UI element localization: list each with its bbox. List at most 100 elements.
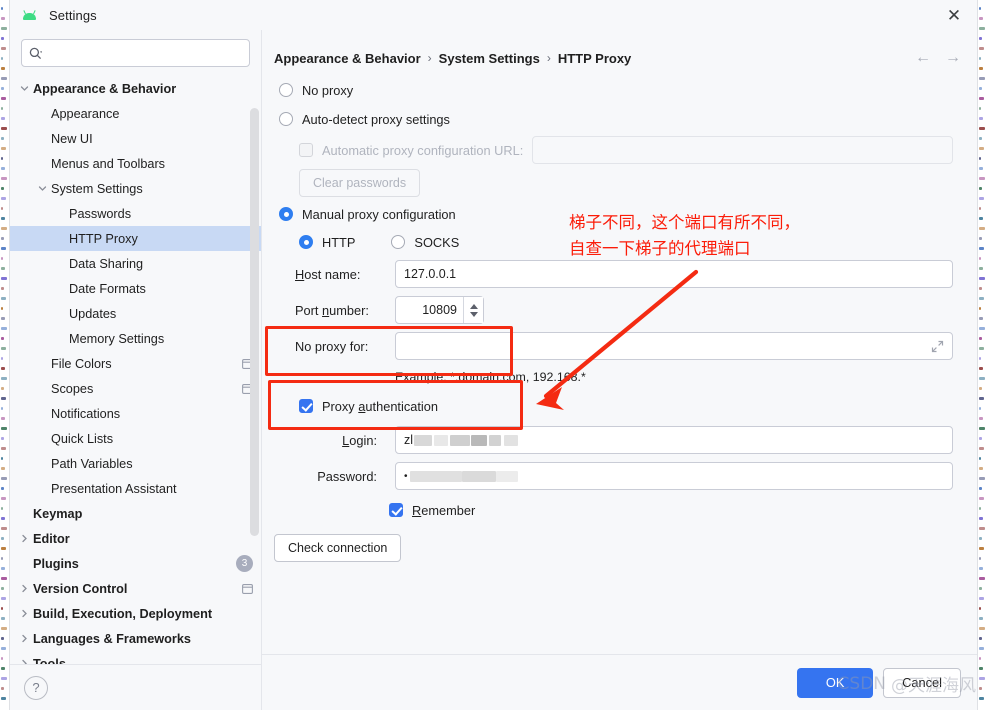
http-label[interactable]: HTTP bbox=[322, 235, 355, 250]
proxy-auth-row[interactable]: Proxy authentication bbox=[274, 390, 953, 422]
expand-icon[interactable] bbox=[931, 340, 944, 353]
search-input[interactable] bbox=[45, 45, 242, 61]
breadcrumb-item[interactable]: System Settings bbox=[439, 51, 540, 66]
no-proxy-for-input[interactable] bbox=[395, 332, 953, 360]
sidebar-item-languages-frameworks[interactable]: Languages & Frameworks bbox=[10, 626, 261, 651]
background-code-line bbox=[1, 27, 7, 30]
remember-label[interactable]: Remember bbox=[412, 503, 475, 518]
sidebar-item-editor[interactable]: Editor bbox=[10, 526, 261, 551]
sidebar-item-date-formats[interactable]: Date Formats bbox=[10, 276, 261, 301]
sidebar-item-version-control[interactable]: Version Control bbox=[10, 576, 261, 601]
sidebar-item-tools[interactable]: Tools bbox=[10, 651, 261, 664]
background-code-line bbox=[1, 537, 4, 540]
login-input[interactable]: zl bbox=[395, 426, 953, 454]
background-code-line bbox=[979, 337, 982, 340]
background-code-line bbox=[1, 597, 6, 600]
http-radio[interactable] bbox=[299, 235, 313, 249]
host-name-input[interactable]: 127.0.0.1 bbox=[395, 260, 953, 288]
manual-proxy-radio[interactable] bbox=[279, 207, 293, 221]
sidebar-item-notifications[interactable]: Notifications bbox=[10, 401, 261, 426]
background-code-line bbox=[1, 657, 3, 660]
background-code-line bbox=[979, 127, 985, 130]
remember-row[interactable]: Remember bbox=[274, 494, 953, 526]
background-code-line bbox=[1, 527, 7, 530]
sidebar-item-data-sharing[interactable]: Data Sharing bbox=[10, 251, 261, 276]
sidebar-item-appearance-behavior[interactable]: Appearance & Behavior bbox=[10, 76, 261, 101]
sidebar-item-http-proxy[interactable]: HTTP Proxy bbox=[10, 226, 261, 251]
breadcrumb-item[interactable]: HTTP Proxy bbox=[558, 51, 631, 66]
cancel-button[interactable]: Cancel bbox=[883, 667, 961, 698]
search-box[interactable] bbox=[21, 39, 250, 67]
redaction-bar bbox=[471, 435, 488, 447]
proxy-auth-checkbox[interactable] bbox=[299, 399, 313, 413]
auto-detect-row[interactable]: Auto-detect proxy settings bbox=[274, 104, 953, 134]
proxy-auth-label[interactable]: Proxy authentication bbox=[322, 399, 438, 414]
chevron-right-icon[interactable] bbox=[17, 607, 31, 621]
spinner-down-icon[interactable] bbox=[469, 311, 478, 317]
chevron-down-icon[interactable] bbox=[17, 82, 31, 96]
sidebar-item-keymap[interactable]: Keymap bbox=[10, 501, 261, 526]
background-code-line bbox=[979, 7, 981, 10]
auto-detect-radio[interactable] bbox=[279, 112, 293, 126]
sidebar-item-scopes[interactable]: Scopes bbox=[10, 376, 261, 401]
background-code-line bbox=[979, 117, 983, 120]
sidebar-item-passwords[interactable]: Passwords bbox=[10, 201, 261, 226]
background-code-line bbox=[1, 267, 5, 270]
background-code-line bbox=[1, 417, 5, 420]
help-icon[interactable]: ? bbox=[24, 675, 48, 700]
port-spinner-arrows[interactable] bbox=[463, 297, 483, 323]
arrow-right-icon[interactable]: → bbox=[945, 50, 961, 66]
no-proxy-row[interactable]: No proxy bbox=[274, 76, 953, 104]
no-proxy-label[interactable]: No proxy bbox=[302, 83, 353, 98]
sidebar-item-path-variables[interactable]: Path Variables bbox=[10, 451, 261, 476]
sidebar-scrollbar[interactable] bbox=[250, 108, 259, 536]
auto-config-url-input[interactable] bbox=[532, 136, 953, 164]
chevron-right-icon[interactable] bbox=[17, 532, 31, 546]
breadcrumb-item[interactable]: Appearance & Behavior bbox=[274, 51, 421, 66]
clear-passwords-row: Clear passwords bbox=[274, 166, 953, 200]
sidebar-item-new-ui[interactable]: New UI bbox=[10, 126, 261, 151]
sidebar-item-build-execution-deployment[interactable]: Build, Execution, Deployment bbox=[10, 601, 261, 626]
sidebar-item-updates[interactable]: Updates bbox=[10, 301, 261, 326]
background-code-line bbox=[979, 327, 985, 330]
arrow-left-icon[interactable]: ← bbox=[915, 50, 931, 66]
port-number-spinner[interactable]: 10809 bbox=[395, 296, 484, 324]
chevron-right-icon[interactable] bbox=[17, 582, 31, 596]
login-label: Login: bbox=[295, 433, 395, 448]
chevron-down-icon[interactable] bbox=[35, 182, 49, 196]
clear-passwords-button[interactable]: Clear passwords bbox=[299, 169, 421, 197]
remember-label-rest: emember bbox=[421, 502, 476, 518]
check-connection-button[interactable]: Check connection bbox=[274, 534, 402, 562]
no-proxy-radio[interactable] bbox=[279, 83, 293, 97]
socks-label[interactable]: SOCKS bbox=[414, 235, 459, 250]
sidebar-item-system-settings[interactable]: System Settings bbox=[10, 176, 261, 201]
background-code-line bbox=[1, 557, 3, 560]
background-code-line bbox=[1, 67, 5, 70]
background-code-line bbox=[1, 287, 4, 290]
plugins-count-badge: 3 bbox=[236, 555, 253, 572]
auto-detect-label[interactable]: Auto-detect proxy settings bbox=[302, 112, 450, 127]
sidebar-item-plugins[interactable]: Plugins 3 bbox=[10, 551, 261, 576]
sidebar-item-presentation-assistant[interactable]: Presentation Assistant bbox=[10, 476, 261, 501]
close-icon[interactable]: ✕ bbox=[941, 2, 967, 28]
auto-config-url-checkbox[interactable] bbox=[299, 143, 313, 157]
background-code-line bbox=[1, 497, 6, 500]
socks-radio[interactable] bbox=[391, 235, 406, 249]
sidebar-item-appearance[interactable]: Appearance bbox=[10, 101, 261, 126]
background-code-line bbox=[979, 227, 985, 230]
spinner-up-icon[interactable] bbox=[469, 303, 478, 309]
ok-button[interactable]: OK bbox=[797, 667, 874, 698]
password-input[interactable]: • bbox=[395, 462, 953, 490]
sidebar-item-file-colors[interactable]: File Colors bbox=[10, 351, 261, 376]
chevron-right-icon[interactable] bbox=[17, 657, 31, 664]
sidebar-item-menus-and-toolbars[interactable]: Menus and Toolbars bbox=[10, 151, 261, 176]
sidebar-item-memory-settings[interactable]: Memory Settings bbox=[10, 326, 261, 351]
manual-proxy-label[interactable]: Manual proxy configuration bbox=[302, 207, 456, 222]
remember-checkbox[interactable] bbox=[389, 503, 403, 517]
sidebar-item-quick-lists[interactable]: Quick Lists bbox=[10, 426, 261, 451]
nav-arrows: ← → bbox=[915, 50, 961, 66]
chevron-right-icon[interactable] bbox=[17, 632, 31, 646]
